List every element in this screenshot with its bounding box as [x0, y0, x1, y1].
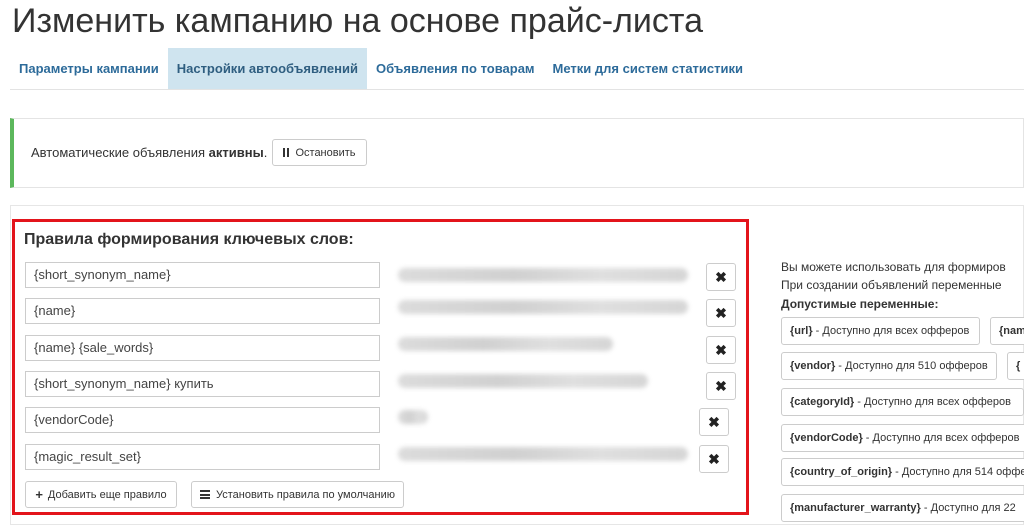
autoads-status-text: Автоматические объявления активны.	[31, 145, 267, 160]
close-icon: ✖	[715, 377, 727, 394]
rule-input-2[interactable]: {name}	[25, 298, 380, 324]
page-title: Изменить кампанию на основе прайс-листа	[12, 2, 703, 40]
variable-chip[interactable]: {	[1007, 352, 1024, 380]
variable-chip[interactable]: {nam	[990, 317, 1024, 345]
rule-preview-blurred	[398, 268, 688, 282]
set-default-rules-button[interactable]: Установить правила по умолчанию	[191, 481, 404, 508]
rule-preview-blurred	[398, 374, 648, 388]
rule-input-3[interactable]: {name} {sale_words}	[25, 335, 380, 361]
rule-preview-blurred	[398, 410, 428, 424]
add-rule-button[interactable]: + Добавить еще правило	[25, 481, 177, 508]
rule-input-1[interactable]: {short_synonym_name}	[25, 262, 380, 288]
close-icon: ✖	[708, 450, 720, 467]
variable-chip[interactable]: {manufacturer_warranty} - Доступно для 2…	[781, 494, 1024, 522]
status-suffix: .	[263, 145, 268, 160]
delete-rule-button[interactable]: ✖	[706, 336, 736, 364]
tabs-divider	[10, 89, 1024, 90]
delete-rule-button[interactable]: ✖	[699, 408, 729, 436]
rule-preview-blurred	[398, 300, 688, 314]
rule-input-6[interactable]: {magic_result_set}	[25, 444, 380, 470]
add-rule-label: Добавить еще правило	[47, 488, 167, 501]
delete-rule-button[interactable]: ✖	[706, 299, 736, 327]
pause-icon	[283, 148, 290, 157]
status-state: активны	[208, 145, 264, 160]
rules-heading: Правила формирования ключевых слов:	[24, 231, 354, 248]
tab-campaign-params[interactable]: Параметры кампании	[10, 48, 168, 89]
delete-rule-button[interactable]: ✖	[706, 263, 736, 291]
help-line-2: При создании объявлений переменные	[781, 278, 1002, 292]
rule-preview-blurred	[398, 447, 688, 461]
stop-autoads-button[interactable]: Остановить	[272, 139, 367, 166]
autoads-status-panel: Автоматические объявления активны. Остан…	[10, 118, 1024, 188]
status-prefix: Автоматические объявления	[31, 145, 206, 160]
help-line-1: Вы можете использовать для формиров	[781, 260, 1006, 274]
delete-rule-button[interactable]: ✖	[706, 372, 736, 400]
tab-autoads-settings[interactable]: Настройки автообъявлений	[167, 48, 367, 89]
rule-input-4[interactable]: {short_synonym_name} купить	[25, 371, 380, 397]
variable-chip[interactable]: {vendor} - Доступно для 510 офферов	[781, 352, 997, 380]
delete-rule-button[interactable]: ✖	[699, 445, 729, 473]
variable-chip[interactable]: {url} - Доступно для всех офферов	[781, 317, 980, 345]
close-icon: ✖	[715, 268, 727, 285]
tab-stats-labels[interactable]: Метки для систем статистики	[544, 48, 752, 89]
stop-button-label: Остановить	[295, 146, 356, 159]
close-icon: ✖	[715, 341, 727, 358]
vars-heading: Допустимые переменные:	[781, 297, 939, 311]
tab-product-ads[interactable]: Объявления по товарам	[367, 48, 544, 89]
plus-icon: +	[35, 487, 43, 502]
rule-input-5[interactable]: {vendorCode}	[25, 407, 380, 433]
variable-chip[interactable]: {country_of_origin} - Доступно для 514 о…	[781, 458, 1024, 486]
tab-bar: Параметры кампании Настройки автообъявле…	[10, 48, 752, 89]
close-icon: ✖	[715, 304, 727, 321]
close-icon: ✖	[708, 413, 720, 430]
list-icon	[199, 490, 210, 499]
rule-preview-blurred	[398, 337, 613, 351]
variable-chip[interactable]: {categoryId} - Доступно для всех офферов	[781, 388, 1024, 416]
variable-chip[interactable]: {vendorCode} - Доступно для всех офферов	[781, 424, 1024, 452]
defaults-label: Установить правила по умолчанию	[215, 488, 395, 501]
